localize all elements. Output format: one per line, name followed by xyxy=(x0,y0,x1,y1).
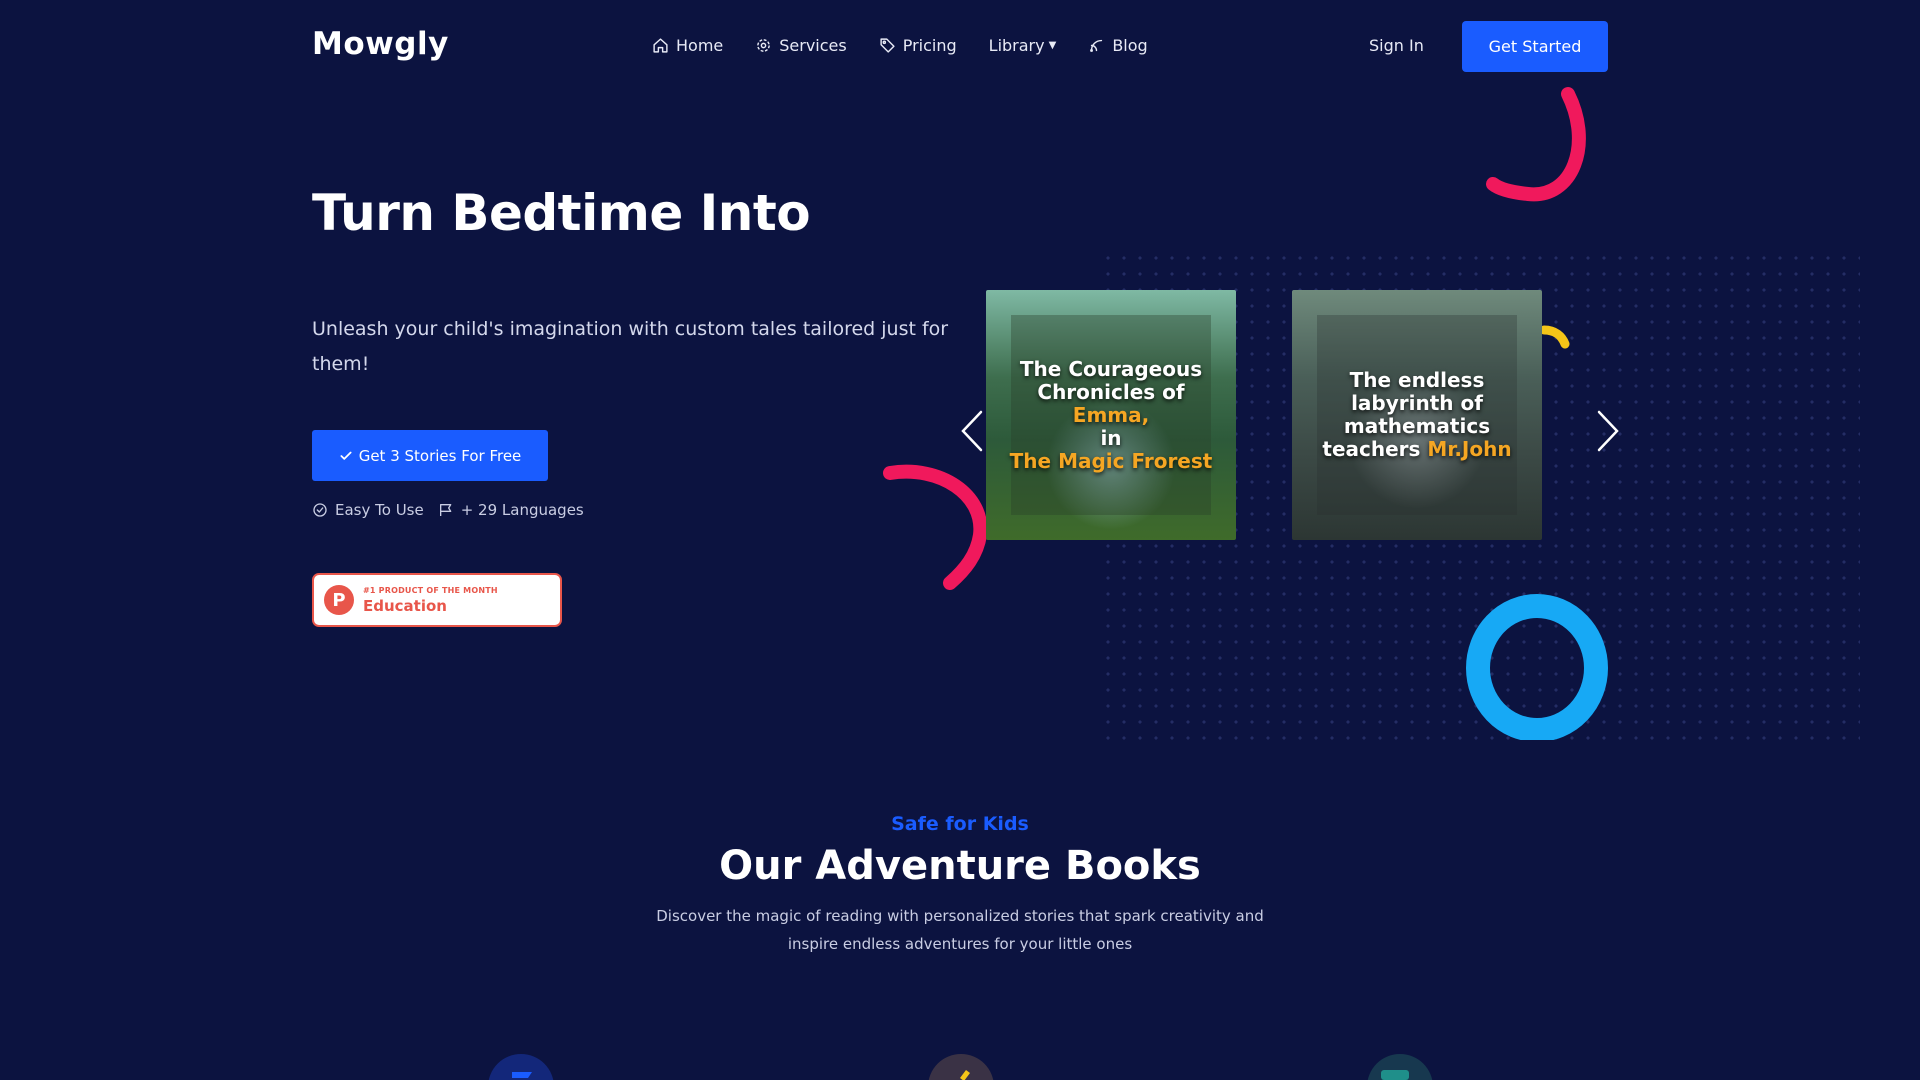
sign-in-link[interactable]: Sign In xyxy=(1369,36,1424,55)
nav-item-home[interactable]: Home xyxy=(652,36,723,55)
book-title-highlight: The Magic Frorest xyxy=(1009,448,1213,473)
chevron-down-icon: ▼ xyxy=(1048,40,1057,51)
gear-icon xyxy=(757,39,771,52)
hero-title: Turn Bedtime Into xyxy=(312,184,811,242)
book-title-line: The endless xyxy=(1349,368,1485,392)
blog-icon xyxy=(1090,39,1103,52)
book-title-prefix: teachers xyxy=(1322,437,1428,461)
nav-label-pricing: Pricing xyxy=(902,36,957,55)
nav-label-home: Home xyxy=(676,36,724,55)
book-title: The Courageous Chronicles of Emma, in Th… xyxy=(986,290,1236,540)
carousel-prev-button[interactable] xyxy=(957,408,987,454)
hero-subtitle: Unleash your child's imagination with cu… xyxy=(312,318,949,375)
book-title-line: labyrinth of xyxy=(1351,391,1483,415)
book-cover-card[interactable]: The Courageous Chronicles of Emma, in Th… xyxy=(986,290,1236,540)
feature-label: + 29 Languages xyxy=(460,501,584,519)
get-started-button[interactable]: Get Started xyxy=(1462,21,1608,72)
tag-icon xyxy=(880,38,895,53)
nav-label-library: Library xyxy=(988,36,1045,55)
pink-swirl-left xyxy=(883,464,988,590)
chevron-right-icon xyxy=(1597,410,1619,452)
feature-label: Easy To Use xyxy=(335,501,424,519)
section-description: Discover the magic of reading with perso… xyxy=(656,907,1264,953)
flag-icon xyxy=(439,504,452,516)
chat-icon xyxy=(1381,1070,1409,1080)
feature-icon-teal xyxy=(1367,1054,1433,1080)
main-nav: Home Services Pricing Library ▼ Blog xyxy=(652,36,1148,55)
check-circle-icon xyxy=(313,503,327,517)
nav-item-library[interactable]: Library ▼ xyxy=(989,36,1057,55)
home-icon xyxy=(653,38,668,53)
book-title-line: mathematics xyxy=(1343,414,1491,438)
product-hunt-logo: P xyxy=(324,585,354,615)
book-title-line: The Courageous xyxy=(1019,356,1203,381)
product-hunt-badge[interactable]: P #1 PRODUCT OF THE MONTH Education xyxy=(312,573,562,627)
nav-label-services: Services xyxy=(779,36,847,55)
cyan-ring xyxy=(1466,594,1608,740)
book-title: The endless labyrinth of mathematics tea… xyxy=(1292,290,1542,540)
header: Mowgly Home Services Pricing Library ▼ B… xyxy=(0,0,1920,92)
nav-item-pricing[interactable]: Pricing xyxy=(879,36,957,55)
brand-logo[interactable]: Mowgly xyxy=(312,26,449,62)
pink-swirl-top xyxy=(1486,87,1586,202)
feature-icon-amber xyxy=(928,1054,994,1080)
book-title-line: Chronicles of xyxy=(1037,379,1185,404)
feature-languages: + 29 Languages xyxy=(438,501,584,519)
book-title-highlight: Emma, xyxy=(1072,402,1150,427)
hero-features: Easy To Use + 29 Languages xyxy=(312,501,584,519)
nav-label-blog: Blog xyxy=(1112,36,1148,55)
check-icon xyxy=(340,451,352,460)
yellow-arc xyxy=(1540,325,1570,349)
pencil-icon xyxy=(960,1070,970,1080)
section-kicker: Safe for Kids xyxy=(891,813,1029,835)
badge-text: #1 PRODUCT OF THE MONTH Education xyxy=(363,586,498,615)
cta-label: Get 3 Stories For Free xyxy=(358,446,522,465)
book-title-line: in xyxy=(1100,425,1122,450)
feature-easy-to-use: Easy To Use xyxy=(312,501,424,519)
book-cover-card[interactable]: The endless labyrinth of mathematics tea… xyxy=(1292,290,1542,540)
get-free-stories-button[interactable]: Get 3 Stories For Free xyxy=(312,430,548,481)
book-title-line: teachers Mr.John xyxy=(1322,438,1511,461)
feature-icon-blue xyxy=(488,1054,554,1080)
badge-main-text: Education xyxy=(363,596,447,615)
nav-item-services[interactable]: Services xyxy=(755,36,847,55)
badge-top-text: #1 PRODUCT OF THE MONTH xyxy=(363,585,498,595)
nav-item-blog[interactable]: Blog xyxy=(1088,36,1148,55)
book-icon xyxy=(512,1072,532,1078)
book-title-highlight: Mr.John xyxy=(1427,437,1512,461)
carousel-next-button[interactable] xyxy=(1593,408,1623,454)
section-title: Our Adventure Books xyxy=(719,843,1201,889)
chevron-left-icon xyxy=(961,410,983,452)
